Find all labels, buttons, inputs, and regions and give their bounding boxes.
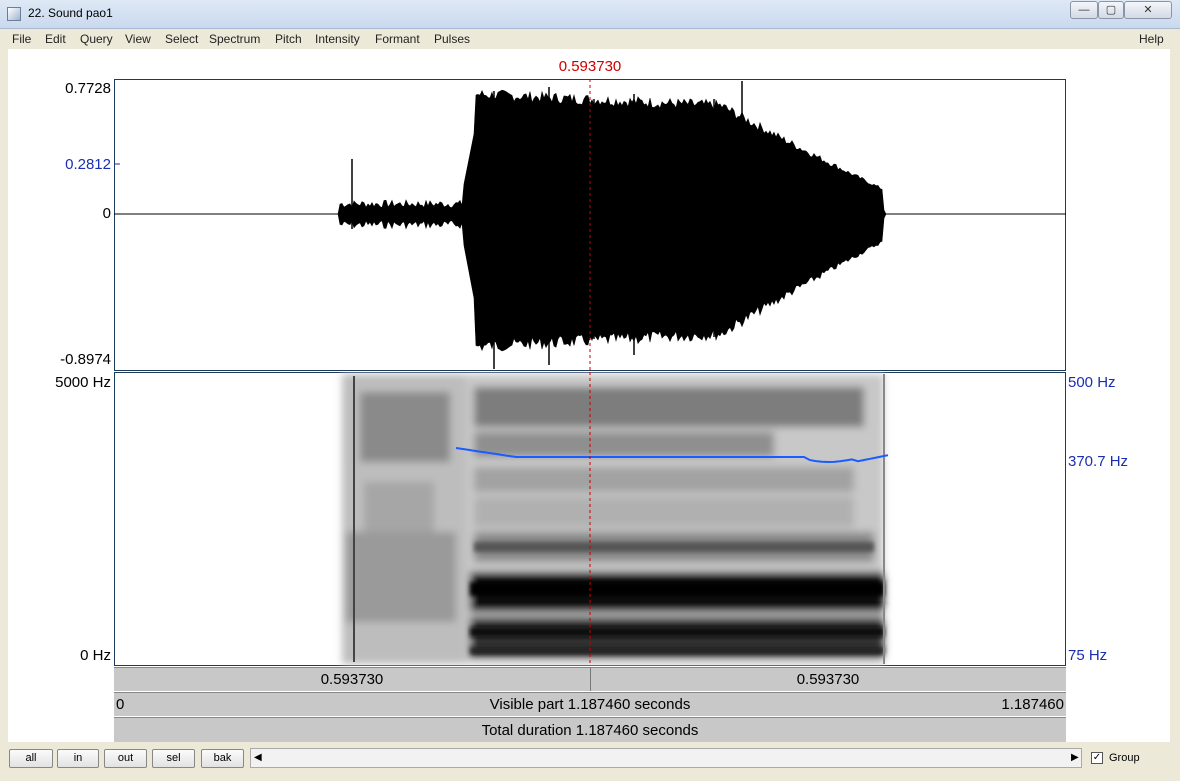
timebar-left-label: 0.593730 <box>320 671 384 688</box>
menu-intensity[interactable]: Intensity <box>315 32 360 46</box>
window-title: 22. Sound pao1 <box>28 6 113 20</box>
waveform-view[interactable] <box>114 79 1066 371</box>
zoom-selection-button[interactable]: sel <box>152 749 195 768</box>
group-checkbox[interactable]: ✓ <box>1091 752 1103 764</box>
zoom-back-button[interactable]: bak <box>201 749 244 768</box>
pitch-min-label: 75 Hz <box>1068 647 1108 664</box>
total-duration-label: Total duration 1.187460 seconds <box>481 722 699 739</box>
waveform-zero-label: 0 <box>102 205 111 222</box>
spectrogram-view[interactable] <box>114 372 1066 666</box>
menu-edit[interactable]: Edit <box>45 32 66 46</box>
scroll-right-arrow-icon[interactable]: ▶ <box>1071 752 1079 763</box>
cursor-time-label: 0.593730 <box>558 58 622 75</box>
timebar-right-label: 0.593730 <box>796 671 860 688</box>
waveform-cursor-value-label: 0.2812 <box>65 156 111 173</box>
spectrogram-energy <box>342 374 884 664</box>
menu-pitch[interactable]: Pitch <box>275 32 302 46</box>
waveform-ymax-label: 0.7728 <box>65 80 111 97</box>
menu-pulses[interactable]: Pulses <box>434 32 470 46</box>
menu-bar: File Edit Query View Select Spectrum Pit… <box>0 29 1180 49</box>
close-button[interactable]: ✕ <box>1124 1 1172 19</box>
minimize-button[interactable]: — <box>1070 1 1098 19</box>
menu-select[interactable]: Select <box>165 32 198 46</box>
title-bar <box>0 0 1180 29</box>
menu-spectrum[interactable]: Spectrum <box>209 32 260 46</box>
spectrogram-freq-min-label: 0 Hz <box>80 647 111 664</box>
menu-query[interactable]: Query <box>80 32 113 46</box>
zoom-out-button[interactable]: out <box>104 749 147 768</box>
spectrogram-freq-max-label: 5000 Hz <box>55 374 111 391</box>
menu-help[interactable]: Help <box>1139 32 1164 46</box>
waveform-ymin-label: -0.8974 <box>60 351 111 368</box>
zoom-all-button[interactable]: all <box>9 749 53 768</box>
visible-end-label: 1.187460 <box>1001 696 1064 713</box>
restore-button[interactable]: ▢ <box>1098 1 1124 19</box>
pitch-value-label: 370.7 Hz <box>1068 453 1129 470</box>
visible-part-label: Visible part 1.187460 seconds <box>489 696 691 713</box>
menu-view[interactable]: View <box>125 32 151 46</box>
zoom-in-button[interactable]: in <box>57 749 99 768</box>
app-icon <box>7 7 21 21</box>
time-scrollbar[interactable] <box>250 748 1082 768</box>
menu-formant[interactable]: Formant <box>375 32 420 46</box>
scroll-left-arrow-icon[interactable]: ◀ <box>254 752 262 763</box>
group-label: Group <box>1109 752 1140 764</box>
pitch-max-label: 500 Hz <box>1068 374 1116 391</box>
menu-file[interactable]: File <box>12 32 31 46</box>
